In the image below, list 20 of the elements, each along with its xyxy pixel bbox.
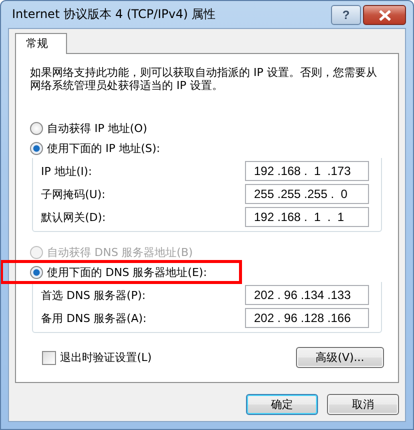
ip-address-field[interactable]: 255 .255 .255 . 0 xyxy=(245,184,369,204)
field-label: 首选 DNS 服务器(P): xyxy=(41,288,146,302)
field-label: 子网掩码(U): xyxy=(41,186,106,202)
dialog-button[interactable]: 确定 xyxy=(246,394,318,415)
window-title: Internet 协议版本 4 (TCP/IPv4) 属性 xyxy=(11,6,216,23)
ip-address-field[interactable]: 202 . 96 .134 .133 xyxy=(245,285,369,305)
field-label: IP 地址(I): xyxy=(41,164,92,178)
tab[interactable]: 常规 xyxy=(15,33,67,54)
ip-address-field[interactable]: 192 .168 . 1 .173 xyxy=(245,161,369,181)
ip-address-field[interactable]: 192 .168 . 1 . 1 xyxy=(245,207,369,227)
field-label: 备用 DNS 服务器(A): xyxy=(41,310,146,326)
description-text: 如果网络支持此功能，则可以获取自动指派的 IP 设置。否则，您需要从网络系统管理员处获得适当的 IP 设置。 xyxy=(30,66,378,92)
close-button[interactable] xyxy=(363,5,406,25)
help-button[interactable]: ? xyxy=(331,5,361,25)
dialog-button[interactable]: 取消 xyxy=(327,394,399,415)
field-label: 默认网关(D): xyxy=(41,210,106,224)
validate-checkbox[interactable]: 退出时验证设置(L) xyxy=(42,350,152,365)
ip-address-field[interactable]: 202 . 96 .128 .166 xyxy=(245,308,369,328)
advanced-button[interactable]: 高级(V)... xyxy=(296,347,384,368)
close-icon xyxy=(378,10,392,20)
